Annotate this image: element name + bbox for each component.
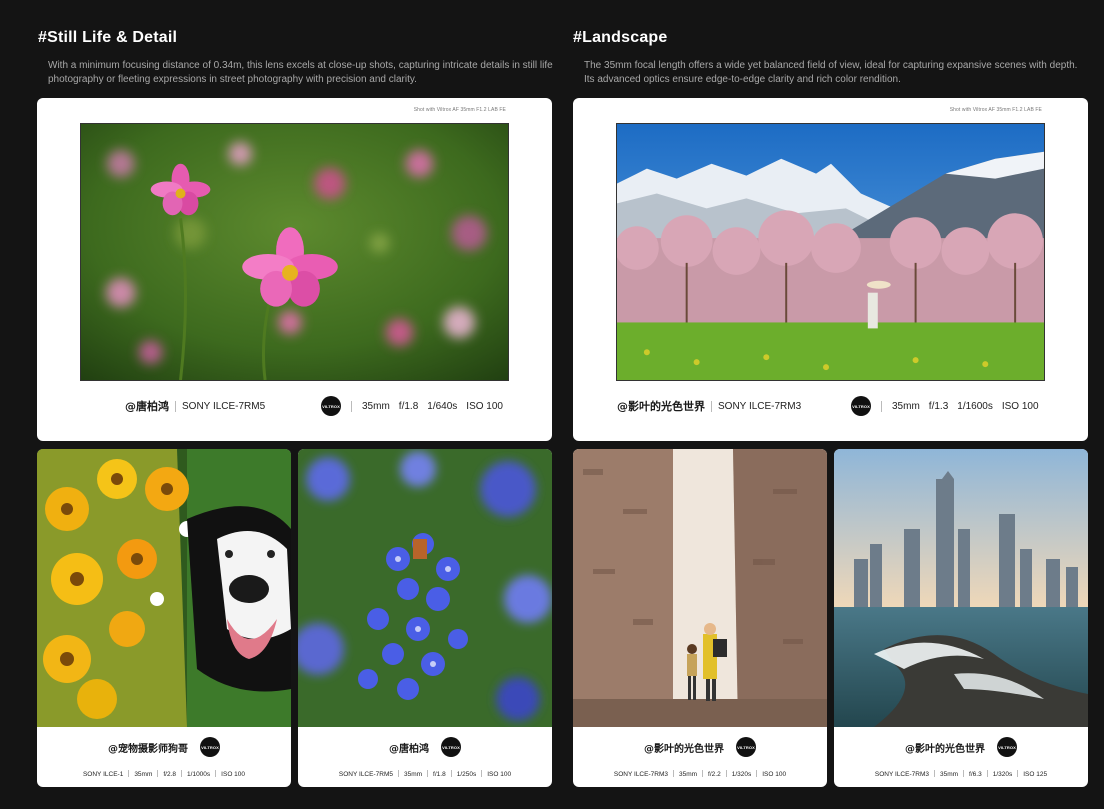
shutter-speed: 1/640s — [427, 400, 458, 412]
blue-flower-card-footer: @唐柏鸿 VILTROX — [298, 737, 552, 757]
dog-with-flowers-photo[interactable] — [37, 449, 291, 727]
blue-flowers-photo[interactable] — [298, 449, 552, 727]
iso: ISO 100 — [1001, 400, 1039, 412]
camera-model: SONY ILCE-7RM3 — [718, 400, 802, 412]
camera-model: SONY ILCE-7RM5 — [338, 771, 393, 778]
aperture: f/2.2 — [708, 771, 721, 778]
author-handle[interactable]: @影叶的光色世界 — [644, 740, 724, 755]
divider — [711, 400, 712, 412]
mountain-landscape-photo[interactable] — [616, 123, 1045, 381]
focal-length: 35mm — [939, 771, 959, 778]
landscape-featured-card[interactable]: Shot with Viltrox AF 35mm F1.2 LAB FE @影… — [573, 98, 1088, 441]
landscape-section-description: The 35mm focal length offers a wide yet … — [584, 60, 1078, 85]
shutter-speed: 1/250s — [456, 771, 477, 778]
author-handle[interactable]: @宠物摄影师狗哥 — [108, 740, 188, 755]
author-handle[interactable]: @影叶的光色世界 — [905, 740, 985, 755]
skyline-card-specs: SONY ILCE-7RM3 35mm f/6.3 1/320s ISO 125 — [834, 770, 1088, 778]
viltrox-logo-icon: VILTROX — [321, 396, 341, 416]
iso: ISO 100 — [487, 771, 512, 778]
focal-length: 35mm — [678, 771, 698, 778]
still-life-featured-card[interactable]: Shot with Viltrox AF 35mm F1.2 LAB FE @唐… — [37, 98, 552, 441]
viltrox-logo-icon: VILTROX — [851, 396, 871, 416]
divider — [351, 400, 352, 412]
aperture: f/1.8 — [398, 400, 419, 412]
iso: ISO 125 — [1023, 771, 1048, 778]
viltrox-logo-icon: VILTROX — [997, 737, 1017, 757]
iso: ISO 100 — [762, 771, 787, 778]
focal-length: 35mm — [134, 771, 153, 778]
viltrox-logo-icon: VILTROX — [200, 737, 220, 757]
dog-card-specs: SONY ILCE-1 35mm f/2.8 1/1000s ISO 100 — [37, 770, 291, 778]
shutter-speed: 1/320s — [992, 771, 1013, 778]
cosmos-flower-photo[interactable] — [80, 123, 509, 381]
camera-model: SONY ILCE-1 — [82, 771, 124, 778]
alley-card-specs: SONY ILCE-7RM3 35mm f/2.2 1/320s ISO 100 — [573, 770, 827, 778]
still-life-featured-footer: @唐柏鸿 SONY ILCE-7RM5 VILTROX 35mm f/1.8 1… — [37, 395, 552, 417]
skyline-card-footer: @影叶的光色世界 VILTROX — [834, 737, 1088, 757]
still-life-section-description: With a minimum focusing distance of 0.34… — [48, 60, 553, 85]
aperture: f/1.3 — [928, 400, 949, 412]
divider — [881, 400, 882, 412]
still-life-section-title: #Still Life & Detail — [38, 29, 178, 46]
shutter-speed: 1/1600s — [957, 400, 993, 412]
aperture: f/6.3 — [969, 771, 982, 778]
skyline-photo-card[interactable]: @影叶的光色世界 VILTROX SONY ILCE-7RM3 35mm f/6.3… — [834, 449, 1088, 787]
divider — [175, 400, 176, 412]
focal-length: 35mm — [362, 400, 390, 412]
alley-photo-card[interactable]: @影叶的光色世界 VILTROX SONY ILCE-7RM3 35mm f/2.2… — [573, 449, 827, 787]
author-handle[interactable]: @影叶的光色世界 — [617, 398, 705, 414]
iso: ISO 100 — [221, 771, 246, 778]
iso: ISO 100 — [466, 400, 503, 412]
alley-walls-photo[interactable] — [573, 449, 827, 727]
focal-length: 35mm — [403, 771, 423, 778]
shot-with-caption: Shot with Viltrox AF 35mm F1.2 LAB FE — [413, 107, 506, 113]
landscape-featured-footer: @影叶的光色世界 SONY ILCE-7RM3 VILTROX 35mm f/1… — [573, 395, 1088, 417]
blue-flower-card-specs: SONY ILCE-7RM5 35mm f/1.8 1/250s ISO 100 — [298, 770, 552, 778]
exposure-specs: 35mm f/1.8 1/640s ISO 100 — [362, 401, 503, 412]
viltrox-logo-icon: VILTROX — [441, 737, 461, 757]
author-handle[interactable]: @唐柏鸿 — [125, 398, 169, 414]
dog-card-footer: @宠物摄影师狗哥 VILTROX — [37, 737, 291, 757]
shot-with-caption: Shot with Viltrox AF 35mm F1.2 LAB FE — [949, 107, 1042, 113]
alley-card-footer: @影叶的光色世界 VILTROX — [573, 737, 827, 757]
exposure-specs: 35mm f/1.3 1/1600s ISO 100 — [892, 401, 1039, 412]
camera-model: SONY ILCE-7RM3 — [613, 771, 668, 778]
aperture: f/2.8 — [163, 771, 177, 778]
shutter-speed: 1/320s — [731, 771, 752, 778]
landscape-section-title: #Landscape — [573, 29, 668, 46]
dog-photo-card[interactable]: @宠物摄影师狗哥 VILTROX SONY ILCE-1 35mm f/2.8 1/1… — [37, 449, 291, 787]
blue-flower-card[interactable]: @唐柏鸿 VILTROX SONY ILCE-7RM5 35mm f/1.8 1/25… — [298, 449, 552, 787]
shutter-speed: 1/1000s — [187, 771, 211, 778]
aperture: f/1.8 — [433, 771, 446, 778]
focal-length: 35mm — [892, 400, 920, 412]
author-handle[interactable]: @唐柏鸿 — [389, 740, 429, 755]
camera-model: SONY ILCE-7RM5 — [182, 400, 266, 412]
viltrox-logo-icon: VILTROX — [736, 737, 756, 757]
city-skyline-sea-photo[interactable] — [834, 449, 1088, 727]
camera-model: SONY ILCE-7RM3 — [874, 771, 929, 778]
